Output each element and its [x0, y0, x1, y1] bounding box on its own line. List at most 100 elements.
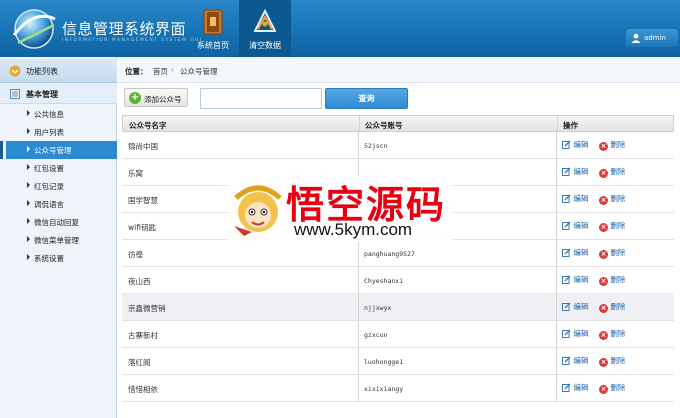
- edit-button[interactable]: 编辑: [562, 328, 588, 339]
- nav-home[interactable]: 系统首页: [187, 0, 239, 57]
- watermark-url: www.5kym.com: [294, 220, 413, 239]
- delete-icon: ×: [599, 196, 608, 205]
- edit-button[interactable]: 编辑: [562, 166, 588, 177]
- delete-label: 删除: [610, 248, 626, 257]
- username: admin: [644, 34, 666, 42]
- sidebar-item-label: 系统设置: [34, 254, 64, 263]
- table-row: 彷徨 panghuang9527 编辑 × 删除: [122, 240, 674, 267]
- arrow-right-icon: [27, 146, 30, 152]
- edit-label: 编辑: [573, 221, 589, 230]
- table-row: 夜山西 Chyeshanxi 编辑 × 删除: [122, 267, 674, 294]
- sidebar-group-label: 基本管理: [26, 90, 58, 99]
- delete-icon: ×: [599, 250, 608, 259]
- watermark: 悟空源码 www.5kym.com: [228, 176, 453, 242]
- delete-button[interactable]: × 删除: [599, 355, 625, 367]
- delete-icon: ×: [599, 358, 608, 367]
- edit-button[interactable]: 编辑: [562, 139, 588, 150]
- add-account-button[interactable]: + 添加公众号: [124, 88, 188, 107]
- sidebar-item-label: 公共信息: [34, 110, 64, 119]
- delete-button[interactable]: × 删除: [599, 247, 625, 259]
- delete-button[interactable]: × 删除: [599, 220, 625, 232]
- delete-label: 删除: [610, 167, 626, 176]
- delete-button[interactable]: × 删除: [599, 301, 625, 313]
- column-divider: [556, 321, 557, 347]
- arrow-right-icon: [27, 236, 30, 242]
- nav-clear-label: 清空数据: [249, 41, 281, 50]
- sidebar-item-redpack-settings[interactable]: 红包设置: [0, 159, 117, 177]
- sidebar-item-public-info[interactable]: 公共信息: [0, 105, 117, 123]
- sidebar-item-label: 微信自动回复: [34, 218, 79, 227]
- delete-button[interactable]: × 删除: [599, 328, 625, 340]
- edit-label: 编辑: [573, 302, 589, 311]
- delete-button[interactable]: × 删除: [599, 382, 625, 394]
- top-header: 信息管理系统界面 INFORMATION MANAGEMENT SYSTEM G…: [0, 0, 680, 57]
- edit-button[interactable]: 编辑: [562, 355, 588, 366]
- nav-home-label: 系统首页: [197, 41, 229, 50]
- edit-label: 编辑: [573, 167, 589, 176]
- table-row: 京鑫微营销 njjxwyx 编辑 × 删除: [122, 294, 674, 321]
- sidebar-item-account-manage[interactable]: 公众号管理: [0, 141, 117, 159]
- breadcrumb: 位置： 首页 › 公众号管理: [118, 57, 680, 83]
- sidebar-item-banter[interactable]: 调侃语言: [0, 195, 117, 213]
- sidebar: 功能列表 基本管理 公共信息 用户列表 公众号管理 红包设置 红包记录 调侃语言…: [0, 57, 117, 418]
- edit-icon: [562, 275, 571, 284]
- delete-button[interactable]: × 删除: [599, 139, 625, 151]
- arrow-right-icon: [27, 110, 30, 116]
- edit-label: 编辑: [573, 140, 589, 149]
- delete-button[interactable]: × 删除: [599, 274, 625, 286]
- user-menu[interactable]: admin: [626, 29, 678, 47]
- sidebar-item-system-settings[interactable]: 系统设置: [0, 249, 117, 267]
- column-divider: [556, 348, 557, 374]
- edit-button[interactable]: 编辑: [562, 382, 588, 393]
- edit-label: 编辑: [573, 194, 589, 203]
- table-row: 落红阁 luohongge1 编辑 × 删除: [122, 348, 674, 375]
- sidebar-item-user-list[interactable]: 用户列表: [0, 123, 117, 141]
- edit-button[interactable]: 编辑: [562, 274, 588, 285]
- edit-label: 编辑: [573, 275, 589, 284]
- chevron-down-circle-icon: [9, 65, 21, 77]
- nav-clear-data[interactable]: 清空数据: [239, 0, 291, 57]
- arrow-right-icon: [27, 182, 30, 188]
- sidebar-group-basic[interactable]: 基本管理: [0, 84, 117, 104]
- sidebar-heading-label: 功能列表: [26, 67, 58, 76]
- edit-button[interactable]: 编辑: [562, 220, 588, 231]
- delete-button[interactable]: × 删除: [599, 166, 625, 178]
- delete-label: 删除: [610, 194, 626, 203]
- column-divider: [556, 240, 557, 266]
- account-name-cell: 惜惜相依: [128, 385, 158, 394]
- sidebar-item-label: 红包记录: [34, 182, 64, 191]
- search-button[interactable]: 查询: [325, 88, 408, 109]
- column-divider: [359, 116, 360, 131]
- clear-data-icon: [254, 9, 276, 32]
- column-divider: [556, 294, 557, 320]
- delete-icon: ×: [599, 142, 608, 151]
- table-header: 公众号名字 公众号账号 操作: [122, 115, 674, 132]
- user-icon: [631, 33, 641, 43]
- delete-button[interactable]: × 删除: [599, 193, 625, 205]
- sidebar-item-redpack-records[interactable]: 红包记录: [0, 177, 117, 195]
- arrow-right-icon: [27, 128, 30, 134]
- breadcrumb-separator-icon: ›: [171, 66, 174, 74]
- sidebar-item-auto-reply[interactable]: 微信自动回复: [0, 213, 117, 231]
- edit-icon: [562, 302, 571, 311]
- table-row: 惜惜相依 xixixiangy 编辑 × 删除: [122, 375, 674, 402]
- delete-icon: ×: [599, 223, 608, 232]
- breadcrumb-home-link[interactable]: 首页: [153, 66, 168, 77]
- edit-icon: [562, 329, 571, 338]
- edit-button[interactable]: 编辑: [562, 193, 588, 204]
- sidebar-item-menu-manage[interactable]: 微信菜单管理: [0, 231, 117, 249]
- edit-button[interactable]: 编辑: [562, 247, 588, 258]
- breadcrumb-current: 公众号管理: [180, 67, 218, 76]
- edit-icon: [562, 383, 571, 392]
- arrow-right-icon: [27, 254, 30, 260]
- sidebar-item-label: 微信菜单管理: [34, 236, 79, 245]
- search-input[interactable]: [200, 88, 322, 109]
- delete-label: 删除: [610, 383, 626, 392]
- edit-icon: [562, 356, 571, 365]
- arrow-right-icon: [27, 200, 30, 206]
- column-divider: [358, 348, 359, 374]
- edit-icon: [562, 167, 571, 176]
- edit-icon: [562, 221, 571, 230]
- column-divider: [358, 267, 359, 293]
- edit-button[interactable]: 编辑: [562, 301, 588, 312]
